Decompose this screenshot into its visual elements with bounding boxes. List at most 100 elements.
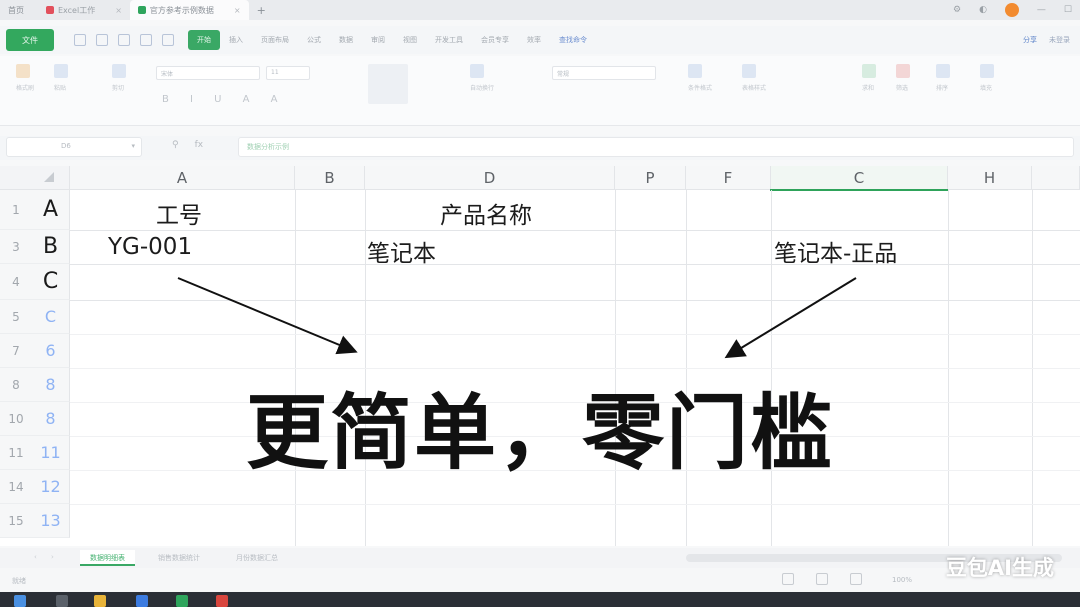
menu-efficiency[interactable]: 效率 [518, 30, 550, 50]
table-style-icon [742, 64, 756, 78]
zoom-level[interactable]: 100% [892, 576, 912, 584]
document-tab-active[interactable]: 官方参考示例数据 × [129, 0, 249, 20]
sum-icon [862, 64, 876, 78]
app-icon[interactable] [216, 595, 228, 607]
cut-icon [112, 64, 126, 78]
spreadsheet-window: 首页 Excel工作 × 官方参考示例数据 × + ⚙ ◐ — ☐ 文件 开始 … [0, 0, 1080, 607]
excel-file-icon [46, 6, 54, 14]
filter-icon [896, 64, 910, 78]
annotation-arrows [177, 277, 857, 359]
sheet-grid[interactable]: A B D P F C H 1 A 3 B 4 C 5 C 7 6 8 8 10… [0, 166, 1080, 546]
name-box-value: D6 [61, 142, 71, 150]
paste-button[interactable]: 粘贴 [54, 64, 68, 92]
new-tab-button[interactable]: + [249, 4, 274, 17]
skin-icon[interactable]: ◐ [979, 5, 987, 15]
normal-view-icon[interactable] [782, 573, 794, 585]
format-painter-icon [16, 64, 30, 78]
login-status[interactable]: 未登录 [1049, 35, 1070, 45]
cut-button[interactable]: 剪切 [112, 64, 126, 92]
quick-access-toolbar [74, 34, 174, 46]
command-search[interactable]: 查找命令 [550, 30, 596, 50]
export-icon[interactable] [118, 34, 130, 46]
font-size-select[interactable]: 11 [266, 66, 310, 80]
menu-view[interactable]: 视图 [394, 30, 426, 50]
sheet-tab[interactable]: 月份数据汇总 [226, 550, 288, 566]
chevron-down-icon[interactable]: ▾ [131, 142, 135, 150]
fill-icon [980, 64, 994, 78]
sheet-nav-arrows[interactable]: ‹ › [34, 553, 60, 561]
zoom-icon[interactable]: ⚲ [172, 140, 179, 150]
paste-icon [54, 64, 68, 78]
home-tab[interactable]: 首页 [0, 5, 38, 16]
spreadsheet-app-icon[interactable] [176, 595, 188, 607]
document-tab-label: 官方参考示例数据 [149, 5, 214, 15]
conditional-format-button[interactable]: 条件格式 [688, 64, 712, 92]
minimize-icon[interactable]: — [1037, 5, 1046, 15]
document-tab-label: Excel工作 [58, 5, 96, 15]
menu-review[interactable]: 审阅 [362, 30, 394, 50]
menu-home[interactable]: 开始 [188, 30, 220, 50]
sheet-tab[interactable]: 销售数据统计 [148, 550, 210, 566]
table-style-button[interactable]: 表格样式 [742, 64, 766, 92]
page-break-view-icon[interactable] [850, 573, 862, 585]
status-text: 就绪 [12, 577, 26, 585]
merge-center-icon [368, 64, 408, 104]
close-icon[interactable]: × [115, 6, 122, 15]
fill-button[interactable]: 填充 [980, 64, 994, 92]
conditional-format-icon [688, 64, 702, 78]
browser-icon[interactable] [136, 595, 148, 607]
arrow-right [724, 277, 857, 359]
overlay-headline: 更简单，零门槛 [245, 386, 834, 481]
file-menu-button[interactable]: 文件 [6, 29, 54, 51]
folder-icon[interactable] [94, 595, 106, 607]
menu-formulas[interactable]: 公式 [298, 30, 330, 50]
arrow-left [177, 277, 358, 355]
close-icon[interactable]: × [234, 6, 241, 15]
start-icon[interactable] [14, 595, 26, 607]
fx-icon[interactable]: fx [195, 140, 204, 150]
search-icon[interactable] [56, 595, 68, 607]
undo-icon[interactable] [140, 34, 152, 46]
redo-icon[interactable] [162, 34, 174, 46]
save-icon[interactable] [74, 34, 86, 46]
formula-bar: D6 ▾ ⚲ fx 数据分析示例 [0, 136, 1080, 160]
maximize-icon[interactable]: ☐ [1064, 5, 1072, 15]
menu-developer[interactable]: 开发工具 [426, 30, 472, 50]
sheet-tab-bar: ‹ › 数据明细表 销售数据统计 月份数据汇总 [0, 548, 1080, 568]
filter-button[interactable]: 筛选 [896, 64, 910, 92]
merge-center-button[interactable] [368, 64, 408, 106]
menu-member[interactable]: 会员专享 [472, 30, 518, 50]
sort-icon [936, 64, 950, 78]
menu-right-actions: 分享 未登录 [1023, 26, 1070, 54]
sum-button[interactable]: 求和 [862, 64, 876, 92]
font-name-select[interactable]: 宋体 [156, 66, 260, 80]
sort-button[interactable]: 排序 [936, 64, 950, 92]
watermark: 豆包AI生成 [945, 556, 1054, 580]
view-mode-buttons [782, 573, 862, 585]
name-box[interactable]: D6 ▾ [6, 137, 142, 157]
window-controls: ⚙ ◐ — ☐ [953, 0, 1072, 20]
formula-input[interactable]: 数据分析示例 [238, 137, 1074, 157]
avatar[interactable] [1004, 3, 1019, 17]
ribbon-toolbar: 格式刷 粘贴 剪切 宋体 11 B I U A A 自动换行 常规 条件格式 表… [0, 56, 1080, 126]
menu-data[interactable]: 数据 [330, 30, 362, 50]
format-painter-button[interactable]: 格式刷 [16, 64, 34, 92]
menu-insert[interactable]: 插入 [220, 30, 252, 50]
menu-bar: 文件 开始 插入 页面布局 公式 数据 审阅 视图 开发工具 会员专享 效率 查… [0, 26, 1080, 54]
number-format-select[interactable]: 常规 [552, 66, 656, 80]
wrap-text-icon [470, 64, 484, 78]
print-icon[interactable] [96, 34, 108, 46]
menu-page-layout[interactable]: 页面布局 [252, 30, 298, 50]
sheet-tab-active[interactable]: 数据明细表 [80, 550, 135, 566]
wrap-text-button[interactable]: 自动换行 [470, 64, 494, 92]
font-style-buttons[interactable]: B I U A A [162, 94, 287, 105]
title-tab-bar: 首页 Excel工作 × 官方参考示例数据 × + ⚙ ◐ — ☐ [0, 0, 1080, 20]
status-bar: 就绪 100% [0, 568, 1080, 592]
os-taskbar [0, 592, 1080, 607]
share-button[interactable]: 分享 [1023, 35, 1037, 45]
sheet-file-icon [137, 6, 146, 14]
settings-icon[interactable]: ⚙ [953, 5, 961, 15]
document-tab-excel[interactable]: Excel工作 × [38, 0, 130, 20]
page-layout-view-icon[interactable] [816, 573, 828, 585]
formula-icons: ⚲ fx [172, 140, 203, 150]
